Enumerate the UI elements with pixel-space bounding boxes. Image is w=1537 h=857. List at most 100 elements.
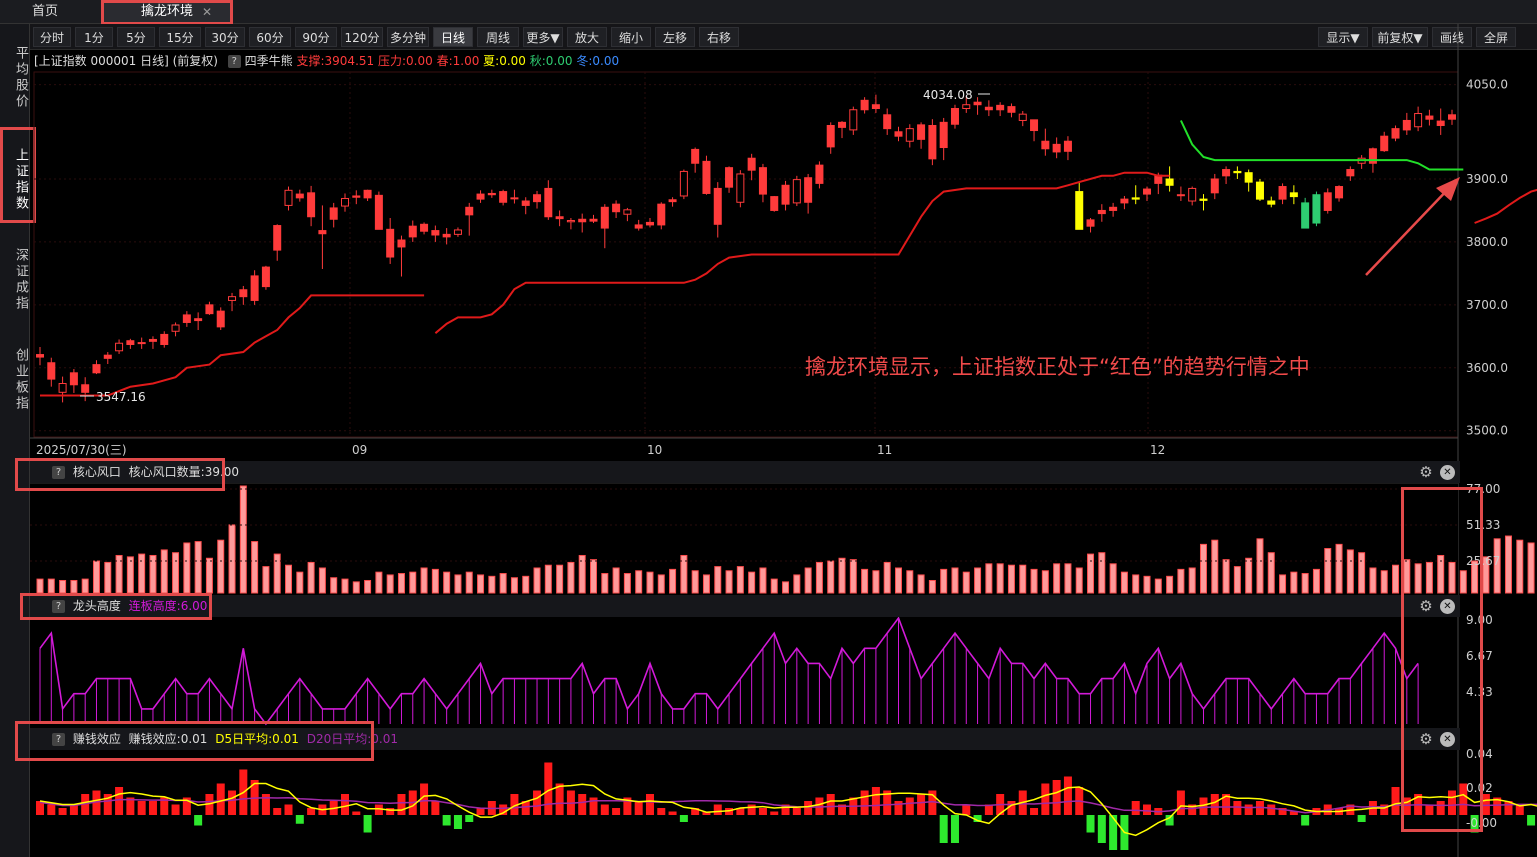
money-bar — [171, 804, 180, 815]
y-tick-label: 3500.0 — [1466, 424, 1508, 438]
money-bar — [1165, 815, 1174, 826]
core-bar — [1098, 552, 1106, 594]
money-bar — [1143, 804, 1152, 815]
core-bar — [556, 564, 564, 594]
core-bar — [793, 574, 801, 594]
core-bar — [443, 571, 451, 594]
money-bar — [1063, 776, 1072, 815]
core-bar — [669, 568, 677, 594]
core-bar — [239, 485, 247, 594]
money-bar — [340, 794, 349, 815]
core-bar — [974, 567, 982, 594]
core-bar — [1211, 539, 1219, 594]
core-bar — [262, 566, 270, 594]
core-bar — [1007, 564, 1015, 594]
candle-body — [1323, 192, 1332, 211]
y-tick-label: 51.33 — [1466, 518, 1500, 532]
candle-body — [1199, 198, 1208, 201]
candle-body — [1018, 113, 1027, 121]
candle-body — [420, 223, 429, 232]
core-bar — [1516, 539, 1524, 594]
gear-icon[interactable]: ⚙ — [1418, 598, 1434, 614]
core-bar — [183, 542, 191, 594]
low-price-label: 3547.16 — [96, 390, 146, 404]
candle-body — [126, 340, 135, 345]
candle-body — [386, 228, 395, 258]
candle-body — [160, 333, 169, 345]
money-bar — [917, 794, 926, 815]
candle-body — [950, 108, 959, 125]
gear-icon[interactable]: ⚙ — [1418, 731, 1434, 747]
core-bar — [804, 567, 812, 594]
money-bar — [1052, 780, 1061, 815]
core-bar — [70, 579, 78, 594]
money-bar — [1041, 783, 1050, 815]
candle-body — [216, 310, 225, 328]
candle-body — [363, 189, 372, 199]
candle-body — [397, 239, 406, 248]
core-bar — [386, 574, 394, 594]
core-bar — [544, 564, 552, 594]
core-bar — [1233, 566, 1241, 594]
core-bar — [1256, 538, 1264, 594]
core-bar — [454, 574, 462, 594]
money-bar — [216, 783, 225, 815]
y-tick-label: 25.67 — [1466, 554, 1500, 568]
core-bar — [126, 556, 134, 594]
y-tick-label: 4.33 — [1466, 685, 1493, 699]
money-bar — [1131, 801, 1140, 815]
date-label: 2025/07/30(三) — [36, 443, 127, 457]
help-icon[interactable]: ? — [52, 733, 65, 746]
candle-body — [894, 131, 903, 137]
candle-body — [1447, 114, 1457, 120]
money-bar — [1030, 808, 1039, 815]
money-bar — [962, 804, 971, 815]
core-bar — [1392, 564, 1400, 594]
candle-body — [1301, 202, 1310, 229]
close-icon[interactable]: ✕ — [1440, 465, 1455, 480]
close-icon[interactable]: ✕ — [1440, 599, 1455, 614]
candle-body — [1165, 178, 1174, 186]
core-bar — [838, 557, 846, 594]
candle-body — [510, 197, 519, 200]
money-bar — [148, 801, 157, 815]
core-bar — [1143, 575, 1151, 594]
high-price-label: 4034.08 — [923, 88, 973, 102]
core-bar — [1448, 561, 1456, 594]
help-icon[interactable]: ? — [52, 600, 65, 613]
core-bar — [567, 561, 575, 594]
candle-body — [826, 124, 835, 148]
candle-body — [1097, 209, 1106, 215]
money-bar — [713, 804, 722, 815]
money-bar — [578, 794, 587, 815]
candle-body — [284, 189, 293, 206]
dragon-panel-value: 连板高度:6.00 — [128, 599, 208, 613]
candle-body — [533, 194, 542, 203]
money-bar — [645, 794, 654, 815]
candle-body — [883, 114, 892, 130]
core-bar — [172, 552, 180, 594]
core-bar — [104, 561, 112, 594]
core-bar — [81, 578, 89, 594]
core-bar — [533, 567, 541, 594]
core-bar — [273, 553, 281, 594]
core-bar — [364, 579, 372, 594]
gear-icon[interactable]: ⚙ — [1418, 464, 1434, 480]
candle-body — [476, 193, 485, 200]
candle-body — [374, 194, 383, 230]
money-bar — [1391, 787, 1400, 815]
candle-body — [1425, 115, 1434, 120]
support-line-green — [1179, 120, 1464, 171]
core-bar — [1267, 552, 1275, 594]
candle-body — [860, 99, 869, 111]
core-bar — [397, 573, 405, 594]
y-tick-label: 0.04 — [1466, 747, 1493, 761]
core-bar — [522, 575, 530, 594]
close-icon[interactable]: ✕ — [1440, 732, 1455, 747]
money-bar — [1210, 794, 1219, 815]
core-bar — [702, 574, 710, 594]
help-icon[interactable]: ? — [52, 466, 65, 479]
money-d20-value: D20日平均:0.01 — [306, 732, 399, 746]
candle-body — [713, 187, 722, 225]
candle-body — [35, 354, 45, 358]
